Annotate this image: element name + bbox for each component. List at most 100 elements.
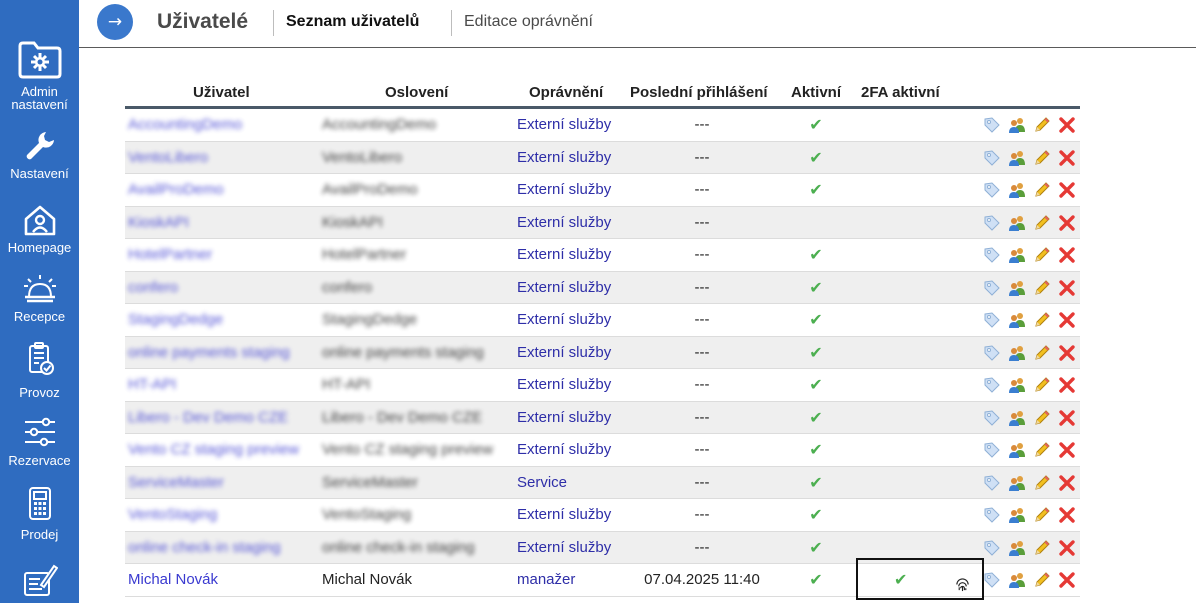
delete-x-icon[interactable] [1058,571,1076,589]
users-icon[interactable] [1008,376,1026,394]
tag-icon[interactable] [983,149,1001,167]
user-permission-link[interactable]: Externí služby [517,174,637,206]
user-name-link[interactable]: VentoStaging [128,499,318,531]
delete-x-icon[interactable] [1058,116,1076,134]
delete-x-icon[interactable] [1058,246,1076,264]
users-icon[interactable] [1008,181,1026,199]
user-permission-link[interactable]: Service [517,467,637,499]
tag-icon[interactable] [983,441,1001,459]
user-permission-link[interactable]: Externí služby [517,369,637,401]
column-header-salutation[interactable]: Oslovení [385,84,448,101]
delete-x-icon[interactable] [1058,149,1076,167]
delete-x-icon[interactable] [1058,409,1076,427]
tag-icon[interactable] [983,539,1001,557]
users-icon[interactable] [1008,409,1026,427]
pencil-icon[interactable] [1033,311,1051,329]
pencil-icon[interactable] [1033,149,1051,167]
column-header-active[interactable]: Aktivní [791,84,841,101]
pencil-icon[interactable] [1033,376,1051,394]
pencil-icon[interactable] [1033,181,1051,199]
user-permission-link[interactable]: Externí služby [517,434,637,466]
tab-user-list[interactable]: Seznam uživatelů [286,13,419,31]
user-name-link[interactable]: StagingDedge [128,304,318,336]
delete-x-icon[interactable] [1058,474,1076,492]
users-icon[interactable] [1008,246,1026,264]
delete-x-icon[interactable] [1058,344,1076,362]
users-icon[interactable] [1008,506,1026,524]
delete-x-icon[interactable] [1058,376,1076,394]
tag-icon[interactable] [983,506,1001,524]
users-icon[interactable] [1008,474,1026,492]
tag-icon[interactable] [983,214,1001,232]
users-icon[interactable] [1008,344,1026,362]
tag-icon[interactable] [983,246,1001,264]
user-name-link[interactable]: online check-in staging [128,532,318,564]
user-permission-link[interactable]: Externí služby [517,337,637,369]
sidebar-item-homepage[interactable]: Homepage [0,204,79,254]
user-permission-link[interactable]: Externí služby [517,109,637,141]
pencil-icon[interactable] [1033,539,1051,557]
pencil-icon[interactable] [1033,409,1051,427]
tag-icon[interactable] [983,571,1001,589]
delete-x-icon[interactable] [1058,214,1076,232]
tag-icon[interactable] [983,279,1001,297]
user-name-link[interactable]: Michal Novák [128,564,318,596]
tag-icon[interactable] [983,181,1001,199]
delete-x-icon[interactable] [1058,311,1076,329]
sidebar-item-admin-settings[interactable]: Admin nastavení [0,40,79,111]
pencil-icon[interactable] [1033,474,1051,492]
user-name-link[interactable]: AccountingDemo [128,109,318,141]
user-name-link[interactable]: KioskAPI [128,207,318,239]
user-name-link[interactable]: AvailProDemo [128,174,318,206]
user-permission-link[interactable]: Externí služby [517,142,637,174]
delete-x-icon[interactable] [1058,181,1076,199]
sidebar-item-reception[interactable]: Recepce [0,274,79,323]
sidebar-item-settings[interactable]: Nastavení [0,128,79,180]
pencil-icon[interactable] [1033,506,1051,524]
user-name-link[interactable]: HT-API [128,369,318,401]
user-name-link[interactable]: HotelPartner [128,239,318,271]
delete-x-icon[interactable] [1058,441,1076,459]
pencil-icon[interactable] [1033,571,1051,589]
user-name-link[interactable]: Libero - Dev Demo CZE [128,402,318,434]
pencil-icon[interactable] [1033,116,1051,134]
user-name-link[interactable]: ServiceMaster [128,467,318,499]
users-icon[interactable] [1008,149,1026,167]
pencil-icon[interactable] [1033,344,1051,362]
column-header-2fa-active[interactable]: 2FA aktivní [861,84,940,101]
tag-icon[interactable] [983,376,1001,394]
delete-x-icon[interactable] [1058,506,1076,524]
pencil-icon[interactable] [1033,279,1051,297]
column-header-permission[interactable]: Oprávnění [529,84,603,101]
column-header-last-login[interactable]: Poslední přihlášení [630,84,768,101]
pencil-icon[interactable] [1033,214,1051,232]
users-icon[interactable] [1008,571,1026,589]
user-permission-link[interactable]: manažer [517,564,637,596]
tag-icon[interactable] [983,116,1001,134]
tab-edit-permissions[interactable]: Editace oprávnění [464,13,593,31]
user-permission-link[interactable]: Externí služby [517,272,637,304]
users-icon[interactable] [1008,441,1026,459]
user-permission-link[interactable]: Externí služby [517,499,637,531]
users-icon[interactable] [1008,116,1026,134]
sidebar-item-reservations[interactable]: Rezervace [0,417,79,467]
column-header-user[interactable]: Uživatel [193,84,250,101]
user-permission-link[interactable]: Externí služby [517,304,637,336]
sidebar-item-sales[interactable]: Prodej [0,487,79,541]
back-button[interactable]: → [97,4,133,40]
pencil-icon[interactable] [1033,246,1051,264]
sidebar-item-documents[interactable] [0,563,79,597]
delete-x-icon[interactable] [1058,279,1076,297]
tag-icon[interactable] [983,474,1001,492]
user-name-link[interactable]: confero [128,272,318,304]
tag-icon[interactable] [983,311,1001,329]
user-permission-link[interactable]: Externí služby [517,207,637,239]
user-permission-link[interactable]: Externí služby [517,402,637,434]
tag-icon[interactable] [983,409,1001,427]
user-permission-link[interactable]: Externí služby [517,532,637,564]
delete-x-icon[interactable] [1058,539,1076,557]
users-icon[interactable] [1008,279,1026,297]
user-name-link[interactable]: VentoLibero [128,142,318,174]
pencil-icon[interactable] [1033,441,1051,459]
users-icon[interactable] [1008,214,1026,232]
